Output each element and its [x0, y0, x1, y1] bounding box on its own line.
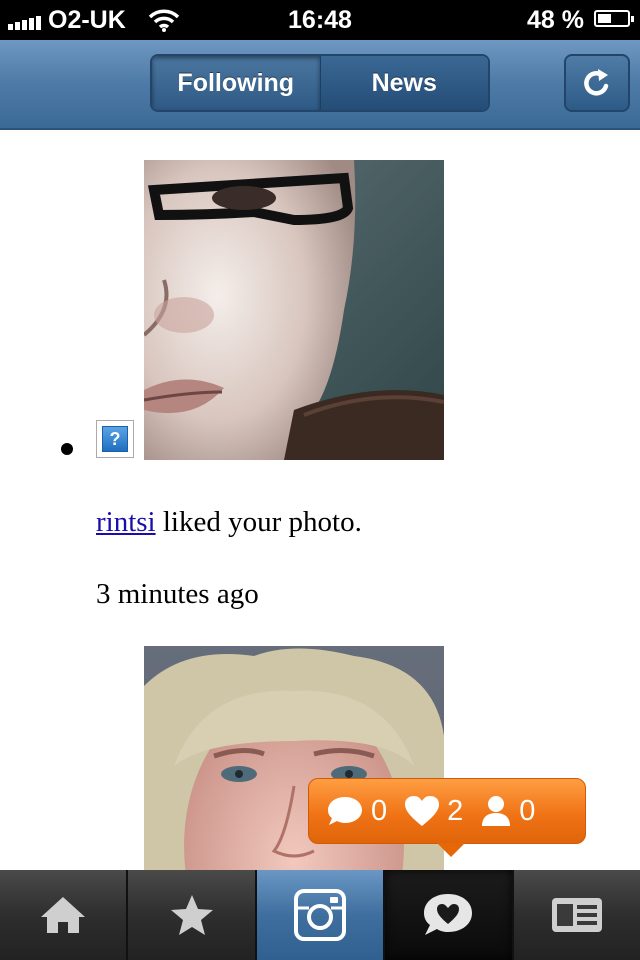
user-avatar-placeholder: ? — [96, 420, 134, 458]
bubble-pointer — [437, 843, 465, 857]
tab-home[interactable] — [0, 870, 129, 960]
camera-icon — [294, 889, 347, 941]
activity-feed: ? rintsi liked your photo. 3 minutes ago — [0, 130, 640, 870]
profile-card-icon — [551, 898, 602, 932]
tab-news[interactable]: News — [319, 56, 488, 110]
username-link[interactable]: rintsi — [96, 506, 156, 538]
activity-message: rintsi liked your photo. — [96, 508, 362, 537]
bottom-tab-bar — [0, 870, 640, 960]
star-icon — [170, 895, 213, 935]
activity-notification-bubble[interactable]: 0 2 0 — [308, 778, 586, 857]
home-icon — [41, 897, 86, 933]
activity-action-text: liked your photo. — [155, 506, 362, 538]
feed-segmented-control: Following News — [150, 54, 490, 112]
comment-count: 0 — [371, 794, 388, 827]
comment-icon — [328, 797, 362, 825]
status-bar: O2-UK 16:48 48 % — [0, 0, 640, 40]
like-count: 2 — [447, 794, 464, 827]
battery-percentage: 48 % — [527, 6, 584, 34]
navigation-bar: Following News — [0, 40, 640, 130]
follower-count: 0 — [519, 794, 536, 827]
tab-news[interactable] — [385, 870, 514, 960]
activity-timestamp: 3 minutes ago — [96, 578, 259, 610]
tab-popular[interactable] — [128, 870, 257, 960]
liked-photo-thumbnail[interactable] — [144, 160, 444, 460]
refresh-icon — [584, 69, 609, 96]
refresh-button[interactable] — [564, 54, 630, 112]
list-bullet — [61, 443, 73, 455]
battery-icon — [594, 10, 634, 27]
tab-following[interactable]: Following — [152, 56, 320, 110]
news-bubble-icon — [424, 894, 473, 935]
follower-icon — [482, 796, 511, 826]
question-mark-icon: ? — [102, 426, 128, 452]
heart-icon — [405, 796, 440, 826]
tab-camera[interactable] — [256, 870, 386, 960]
tab-profile[interactable] — [513, 870, 640, 960]
